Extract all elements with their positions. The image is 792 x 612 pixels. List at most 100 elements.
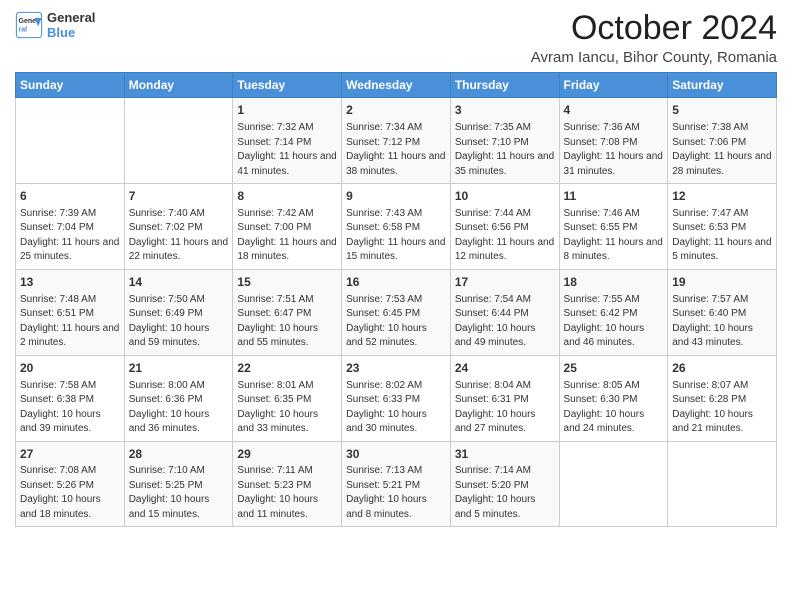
calendar-cell: 24Sunrise: 8:04 AM Sunset: 6:31 PM Dayli… — [450, 355, 559, 441]
day-number: 6 — [20, 188, 120, 205]
week-row-1: 1 Sunrise: 7:32 AM Sunset: 7:14 PM Daylig… — [16, 98, 777, 184]
calendar-cell: 15 Sunrise: 7:51 AM Sunset: 6:47 PM Dayli… — [233, 269, 342, 355]
week-row-2: 6 Sunrise: 7:39 AM Sunset: 7:04 PM Daylig… — [16, 184, 777, 270]
calendar-cell: 20 Sunrise: 7:58 AM Sunset: 6:38 PM Dayli… — [16, 355, 125, 441]
calendar-cell: 6 Sunrise: 7:39 AM Sunset: 7:04 PM Daylig… — [16, 184, 125, 270]
day-content: Sunrise: 8:00 AM Sunset: 6:36 PM Dayligh… — [129, 379, 229, 437]
calendar-cell: 4 Sunrise: 7:36 AM Sunset: 7:08 PM Daylig… — [559, 98, 668, 184]
subtitle: Avram Iancu, Bihor County, Romania — [531, 49, 777, 66]
logo-text: General Blue — [47, 10, 95, 40]
day-content: Sunrise: 7:14 AM Sunset: 5:20 PM Dayligh… — [455, 464, 555, 522]
day-number: 5 — [672, 102, 772, 119]
calendar-cell: 2Sunrise: 7:34 AM Sunset: 7:12 PM Daylig… — [342, 98, 451, 184]
day-content: Sunrise: 7:54 AM Sunset: 6:44 PM Dayligh… — [455, 293, 555, 351]
day-header-thursday: Thursday — [450, 73, 559, 98]
day-number: 16 — [346, 274, 446, 291]
day-number: 15 — [237, 274, 337, 291]
calendar-cell: 21 Sunrise: 8:00 AM Sunset: 6:36 PM Dayli… — [124, 355, 233, 441]
day-number: 3 — [455, 102, 555, 119]
day-content: Sunrise: 7:35 AM Sunset: 7:10 PM Dayligh… — [455, 121, 555, 179]
calendar-cell: 25 Sunrise: 8:05 AM Sunset: 6:30 PM Dayli… — [559, 355, 668, 441]
day-content: Sunrise: 7:38 AM Sunset: 7:06 PM Dayligh… — [672, 121, 772, 179]
svg-text:ral: ral — [19, 26, 28, 33]
calendar-cell — [124, 98, 233, 184]
logo: Gene- ral General Blue — [15, 10, 95, 40]
day-number: 14 — [129, 274, 229, 291]
title-area: October 2024 Avram Iancu, Bihor County, … — [531, 10, 777, 66]
calendar-cell: 30Sunrise: 7:13 AM Sunset: 5:21 PM Dayli… — [342, 441, 451, 527]
calendar-cell: 7 Sunrise: 7:40 AM Sunset: 7:02 PM Daylig… — [124, 184, 233, 270]
day-content: Sunrise: 7:08 AM Sunset: 5:26 PM Dayligh… — [20, 464, 120, 522]
day-number: 23 — [346, 360, 446, 377]
day-number: 25 — [564, 360, 664, 377]
calendar-cell — [16, 98, 125, 184]
calendar-cell — [668, 441, 777, 527]
calendar-cell: 18Sunrise: 7:55 AM Sunset: 6:42 PM Dayli… — [559, 269, 668, 355]
day-number: 24 — [455, 360, 555, 377]
day-number: 12 — [672, 188, 772, 205]
day-header-wednesday: Wednesday — [342, 73, 451, 98]
day-number: 26 — [672, 360, 772, 377]
calendar-cell: 31Sunrise: 7:14 AM Sunset: 5:20 PM Dayli… — [450, 441, 559, 527]
day-number: 31 — [455, 446, 555, 463]
day-content: Sunrise: 7:32 AM Sunset: 7:14 PM Dayligh… — [237, 121, 337, 179]
day-number: 27 — [20, 446, 120, 463]
day-content: Sunrise: 8:02 AM Sunset: 6:33 PM Dayligh… — [346, 379, 446, 437]
day-content: Sunrise: 8:01 AM Sunset: 6:35 PM Dayligh… — [237, 379, 337, 437]
calendar-cell: 19 Sunrise: 7:57 AM Sunset: 6:40 PM Dayli… — [668, 269, 777, 355]
day-content: Sunrise: 7:51 AM Sunset: 6:47 PM Dayligh… — [237, 293, 337, 351]
day-content: Sunrise: 7:13 AM Sunset: 5:21 PM Dayligh… — [346, 464, 446, 522]
day-number: 29 — [237, 446, 337, 463]
calendar-cell: 14 Sunrise: 7:50 AM Sunset: 6:49 PM Dayli… — [124, 269, 233, 355]
day-number: 28 — [129, 446, 229, 463]
day-header-sunday: Sunday — [16, 73, 125, 98]
day-content: Sunrise: 7:46 AM Sunset: 6:55 PM Dayligh… — [564, 207, 664, 265]
day-content: Sunrise: 7:50 AM Sunset: 6:49 PM Dayligh… — [129, 293, 229, 351]
day-content: Sunrise: 8:05 AM Sunset: 6:30 PM Dayligh… — [564, 379, 664, 437]
day-content: Sunrise: 7:40 AM Sunset: 7:02 PM Dayligh… — [129, 207, 229, 265]
calendar-cell: 11Sunrise: 7:46 AM Sunset: 6:55 PM Dayli… — [559, 184, 668, 270]
calendar-cell — [559, 441, 668, 527]
day-content: Sunrise: 7:55 AM Sunset: 6:42 PM Dayligh… — [564, 293, 664, 351]
calendar-cell: 17 Sunrise: 7:54 AM Sunset: 6:44 PM Dayli… — [450, 269, 559, 355]
day-content: Sunrise: 7:36 AM Sunset: 7:08 PM Dayligh… — [564, 121, 664, 179]
day-number: 22 — [237, 360, 337, 377]
day-number: 10 — [455, 188, 555, 205]
day-number: 4 — [564, 102, 664, 119]
calendar-table: SundayMondayTuesdayWednesdayThursdayFrid… — [15, 72, 777, 527]
day-header-tuesday: Tuesday — [233, 73, 342, 98]
day-number: 21 — [129, 360, 229, 377]
day-header-friday: Friday — [559, 73, 668, 98]
day-number: 30 — [346, 446, 446, 463]
day-number: 9 — [346, 188, 446, 205]
day-content: Sunrise: 7:39 AM Sunset: 7:04 PM Dayligh… — [20, 207, 120, 265]
calendar-cell: 13Sunrise: 7:48 AM Sunset: 6:51 PM Dayli… — [16, 269, 125, 355]
day-content: Sunrise: 7:34 AM Sunset: 7:12 PM Dayligh… — [346, 121, 446, 179]
day-header-monday: Monday — [124, 73, 233, 98]
page: Gene- ral General Blue October 2024 Avra… — [0, 0, 792, 612]
week-row-3: 13Sunrise: 7:48 AM Sunset: 6:51 PM Dayli… — [16, 269, 777, 355]
day-content: Sunrise: 7:53 AM Sunset: 6:45 PM Dayligh… — [346, 293, 446, 351]
day-header-saturday: Saturday — [668, 73, 777, 98]
day-content: Sunrise: 7:57 AM Sunset: 6:40 PM Dayligh… — [672, 293, 772, 351]
day-content: Sunrise: 7:58 AM Sunset: 6:38 PM Dayligh… — [20, 379, 120, 437]
calendar-cell: 26 Sunrise: 8:07 AM Sunset: 6:28 PM Dayli… — [668, 355, 777, 441]
calendar-cell: 10Sunrise: 7:44 AM Sunset: 6:56 PM Dayli… — [450, 184, 559, 270]
calendar-cell: 5 Sunrise: 7:38 AM Sunset: 7:06 PM Daylig… — [668, 98, 777, 184]
day-content: Sunrise: 7:43 AM Sunset: 6:58 PM Dayligh… — [346, 207, 446, 265]
day-content: Sunrise: 7:10 AM Sunset: 5:25 PM Dayligh… — [129, 464, 229, 522]
day-number: 1 — [237, 102, 337, 119]
week-row-4: 20 Sunrise: 7:58 AM Sunset: 6:38 PM Dayli… — [16, 355, 777, 441]
day-content: Sunrise: 8:07 AM Sunset: 6:28 PM Dayligh… — [672, 379, 772, 437]
calendar-cell: 3 Sunrise: 7:35 AM Sunset: 7:10 PM Daylig… — [450, 98, 559, 184]
day-number: 13 — [20, 274, 120, 291]
calendar-cell: 12Sunrise: 7:47 AM Sunset: 6:53 PM Dayli… — [668, 184, 777, 270]
day-number: 20 — [20, 360, 120, 377]
day-number: 17 — [455, 274, 555, 291]
calendar-cell: 8Sunrise: 7:42 AM Sunset: 7:00 PM Daylig… — [233, 184, 342, 270]
header: Gene- ral General Blue October 2024 Avra… — [15, 10, 777, 66]
day-number: 7 — [129, 188, 229, 205]
main-title: October 2024 — [531, 10, 777, 47]
day-number: 19 — [672, 274, 772, 291]
day-content: Sunrise: 7:11 AM Sunset: 5:23 PM Dayligh… — [237, 464, 337, 522]
